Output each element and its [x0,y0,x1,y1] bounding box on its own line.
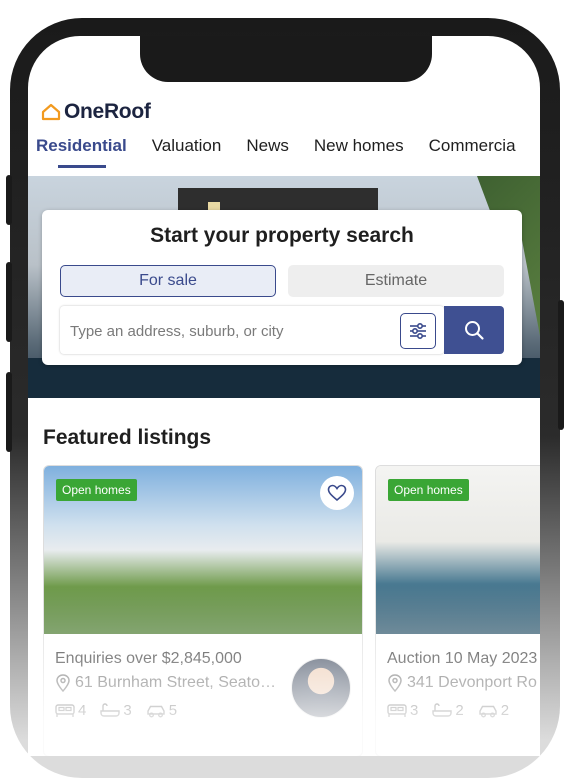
sliders-icon [410,322,426,340]
bedrooms: 4 [55,702,86,719]
house-logo-icon [41,103,61,121]
listing-address: 61 Burnham Street, Seato… [55,674,276,692]
listing-address: 341 Devonport Ro [387,674,537,692]
bathrooms: 3 [100,702,132,719]
main-tabs: Residential Valuation News New homes Com… [36,136,540,168]
phone-volume-button [6,372,12,452]
filter-button[interactable] [400,313,436,349]
listing-price: Enquiries over $2,845,000 [55,650,242,667]
bed-icon [55,703,75,717]
car-icon [478,705,497,717]
bedroom-count: 4 [78,702,87,719]
phone-volume-button [6,262,12,342]
location-pin-icon [56,674,70,692]
bath-icon [100,703,121,717]
search-card: Start your property search For sale Esti… [42,210,522,365]
tab-residential[interactable]: Residential [36,136,127,168]
listing-features: 4 3 5 [55,702,191,719]
bed-icon [387,703,407,717]
open-homes-badge: Open homes [56,479,137,501]
search-title: Start your property search [150,224,414,247]
search-field [60,306,444,356]
car-park-count: 5 [168,702,178,719]
featured-listings-heading: Featured listings [43,426,212,449]
tab-commercial[interactable]: Commercia [429,136,516,168]
tab-news[interactable]: News [246,136,289,168]
favourite-button[interactable] [320,476,354,510]
for-sale-toggle[interactable]: For sale [60,265,276,297]
listing-card[interactable]: Open homes Enquiries over $2,845,000 61 … [43,465,363,756]
car-parks: 2 [478,702,509,719]
heart-icon [327,484,347,502]
listing-address-text: 341 Devonport Ro [407,674,537,691]
car-icon [146,705,165,717]
listing-price: Auction 10 May 2023 [387,650,538,667]
phone-notch [140,36,432,82]
listing-address-text: 61 Burnham Street, Seato… [75,674,276,691]
bedroom-count: 3 [410,702,419,719]
car-parks: 5 [146,702,177,719]
bath-icon [432,703,453,717]
search-input[interactable] [68,306,392,356]
app-screen: OneRoof Residential Valuation News New h… [28,36,540,756]
agent-avatar[interactable] [291,658,351,718]
search-button[interactable] [444,306,504,354]
phone-side-button [6,175,12,225]
logo-text: OneRoof [64,100,151,123]
bathrooms: 2 [432,702,464,719]
listing-features: 3 2 2 [387,702,523,719]
listing-card[interactable]: Open homes Auction 10 May 2023 341 Devon… [375,465,540,756]
phone-power-button [558,300,564,430]
tab-valuation[interactable]: Valuation [152,136,222,168]
estimate-toggle[interactable]: Estimate [288,265,504,297]
bedrooms: 3 [387,702,418,719]
open-homes-badge: Open homes [388,479,469,501]
bathroom-count: 2 [455,702,464,719]
bathroom-count: 3 [123,702,132,719]
app-logo[interactable]: OneRoof [41,100,151,124]
tab-new-homes[interactable]: New homes [314,136,404,168]
car-park-count: 2 [500,702,510,719]
location-pin-icon [388,674,402,692]
search-icon [465,321,484,340]
